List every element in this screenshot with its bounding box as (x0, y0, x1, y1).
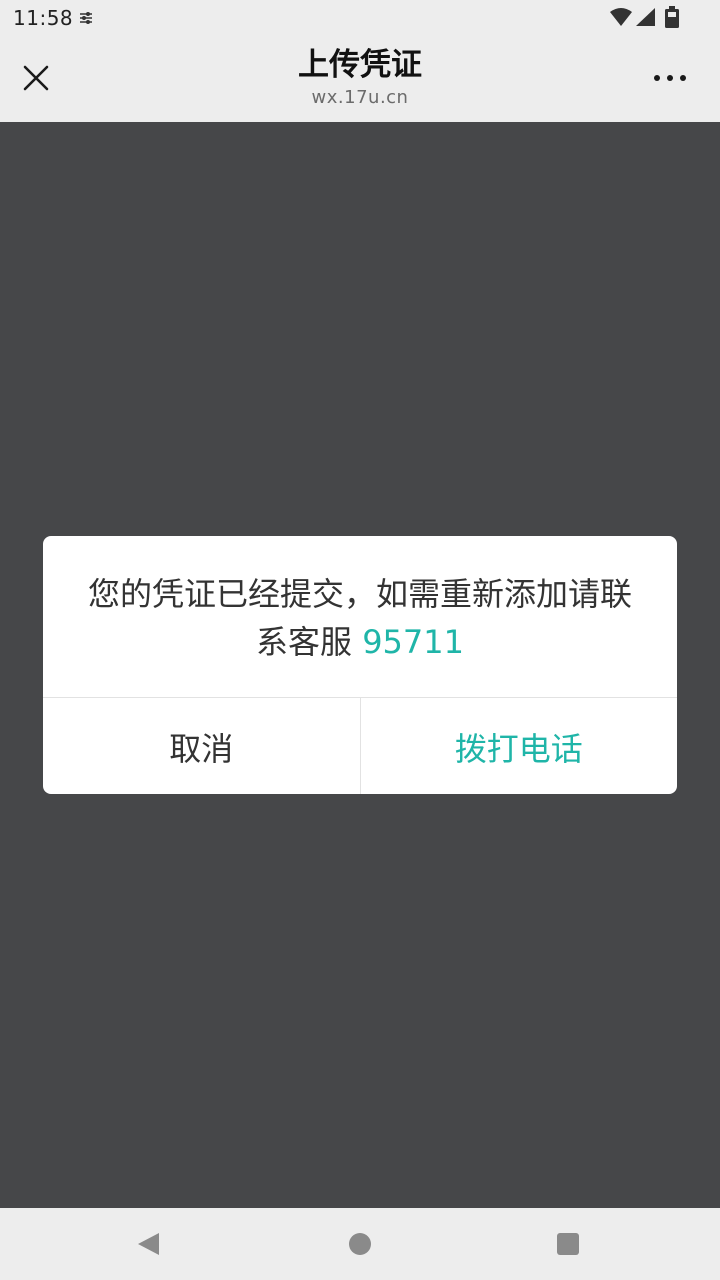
confirm-dialog: 您的凭证已经提交，如需重新添加请联系客服 95711 取消 拨打电话 (43, 536, 677, 794)
battery-icon (665, 6, 679, 28)
more-icon (667, 75, 673, 81)
back-icon[interactable] (137, 1232, 161, 1256)
dialog-actions: 取消 拨打电话 (43, 697, 677, 794)
home-icon[interactable] (349, 1233, 371, 1255)
title-block: 上传凭证 wx.17u.cn (160, 44, 560, 110)
screen: 11:58 上传凭证 wx.17u.cn 您的凭证已经提交，如需重新添加请联系客… (0, 0, 720, 1280)
dialog-message-text: 您的凭证已经提交，如需重新添加请联系客服 (87, 575, 632, 661)
cancel-button[interactable]: 取消 (43, 698, 361, 794)
close-icon (23, 65, 49, 91)
close-button[interactable] (14, 56, 58, 100)
status-bar: 11:58 (0, 0, 720, 38)
page-domain: wx.17u.cn (311, 87, 409, 108)
more-icon (654, 75, 660, 81)
system-nav-bar (0, 1208, 720, 1280)
wifi-icon (610, 8, 632, 26)
dialog-message: 您的凭证已经提交，如需重新添加请联系客服 95711 (43, 536, 677, 697)
more-icon (680, 75, 686, 81)
title-bar: 上传凭证 wx.17u.cn (0, 38, 720, 122)
call-phone-button[interactable]: 拨打电话 (361, 698, 678, 794)
more-button[interactable] (644, 56, 696, 100)
signal-icon (636, 8, 655, 26)
dialog-phone-number: 95711 (362, 623, 464, 661)
recents-icon[interactable] (557, 1233, 579, 1255)
page-title: 上传凭证 (298, 47, 422, 83)
notification-settings-icon (80, 12, 92, 24)
status-time: 11:58 (13, 6, 74, 30)
